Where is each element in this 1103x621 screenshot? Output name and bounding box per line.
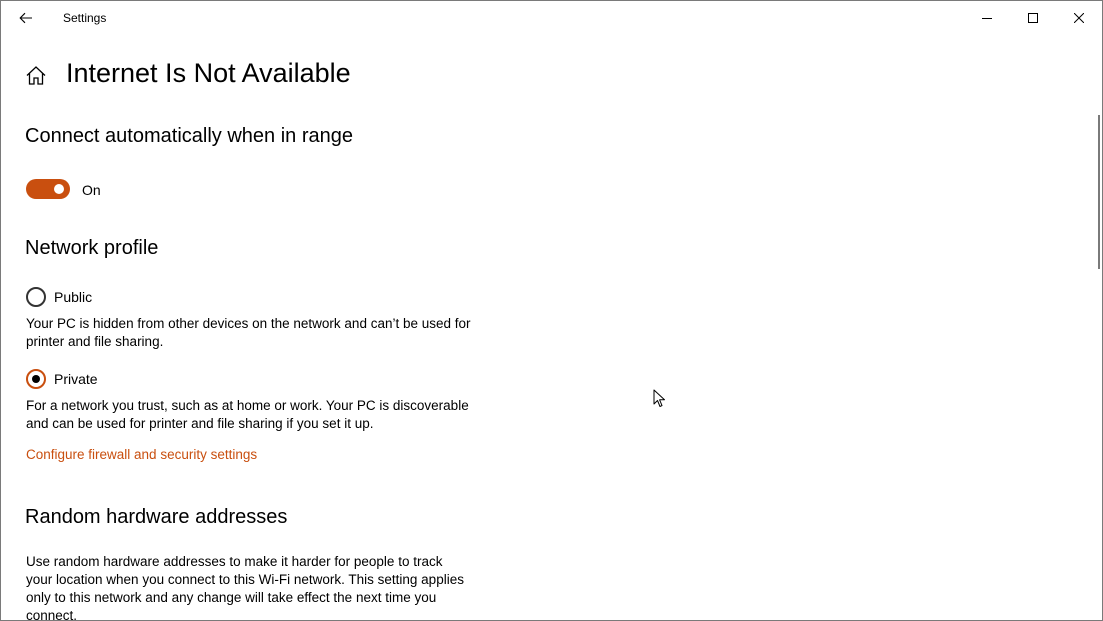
radio-selected-dot xyxy=(32,375,40,383)
home-button[interactable] xyxy=(24,63,48,87)
close-icon xyxy=(1074,12,1084,23)
public-description: Your PC is hidden from other devices on … xyxy=(26,316,471,349)
minimize-button[interactable] xyxy=(964,1,1010,34)
settings-window: Settings Internet Is Not Available Conne… xyxy=(0,0,1103,621)
toggle-knob xyxy=(54,184,64,194)
auto-connect-toggle[interactable] xyxy=(26,179,70,199)
app-title: Settings xyxy=(63,11,107,25)
back-arrow-icon xyxy=(19,12,32,24)
private-radio-label: Private xyxy=(54,371,98,387)
random-hw-heading: Random hardware addresses xyxy=(25,506,288,528)
toggle-state-label: On xyxy=(82,182,101,198)
private-description: For a network you trust, such as at home… xyxy=(26,398,469,431)
auto-connect-heading: Connect automatically when in range xyxy=(25,125,353,147)
maximize-button[interactable] xyxy=(1010,1,1056,34)
mouse-pointer-icon xyxy=(653,389,665,407)
network-profile-heading: Network profile xyxy=(25,237,159,259)
public-radio-option[interactable]: Public xyxy=(26,287,92,307)
back-button[interactable] xyxy=(9,3,43,33)
maximize-icon xyxy=(1028,12,1038,23)
home-icon xyxy=(26,65,46,85)
public-radio-label: Public xyxy=(54,289,93,305)
minimize-icon xyxy=(982,17,992,19)
page-title: Internet Is Not Available xyxy=(66,58,351,88)
vertical-scrollbar[interactable] xyxy=(1098,115,1100,269)
random-hw-description: Use random hardware addresses to make it… xyxy=(26,554,464,621)
close-button[interactable] xyxy=(1056,1,1102,34)
firewall-settings-link[interactable]: Configure firewall and security settings xyxy=(26,447,257,462)
title-bar: Settings xyxy=(1,1,1102,35)
private-radio-button[interactable] xyxy=(26,369,46,389)
public-radio-button[interactable] xyxy=(26,287,46,307)
private-radio-option[interactable]: Private xyxy=(26,369,98,389)
